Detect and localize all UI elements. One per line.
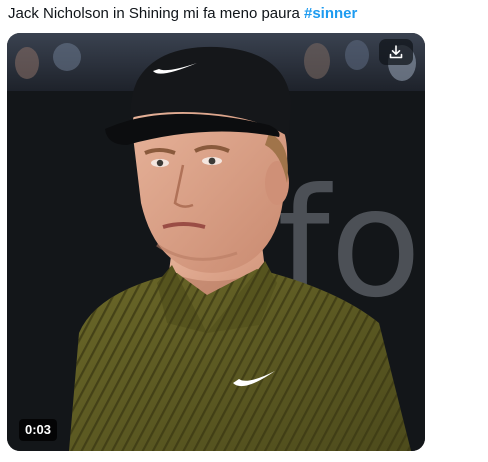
video-duration-badge: 0:03 xyxy=(19,419,58,441)
tweet-card: Jack Nicholson in Shining mi fa meno pau… xyxy=(0,0,488,462)
download-icon xyxy=(389,45,403,59)
tweet-text: Jack Nicholson in Shining mi fa meno pau… xyxy=(8,4,478,24)
hashtag-link[interactable]: #sinner xyxy=(304,5,357,22)
download-button[interactable] xyxy=(379,39,413,65)
tweet-body-text: Jack Nicholson in Shining mi fa meno pau… xyxy=(8,5,304,22)
video-frame-image: fo xyxy=(7,33,425,451)
video-player[interactable]: fo 0:03 xyxy=(7,33,425,451)
